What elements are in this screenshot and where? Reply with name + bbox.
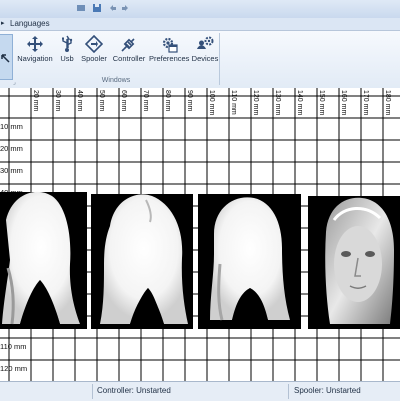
- print-canvas[interactable]: 20 mm 30 mm 40 mm 50 mm 60 mm 70 mm 80 mm 90 mm…: [0, 88, 400, 381]
- y-ruler-label: 20 mm: [0, 144, 23, 153]
- save-icon[interactable]: [92, 3, 102, 13]
- x-ruler-label: 20 mm: [32, 90, 39, 112]
- controller-button[interactable]: Controller: [111, 35, 147, 63]
- hair-image-2[interactable]: [91, 194, 193, 329]
- x-ruler-label: 90 mm: [186, 90, 193, 112]
- undo-icon[interactable]: [108, 3, 118, 13]
- status-bar: Controller: Unstarted Spooler: Unstarted: [0, 381, 400, 401]
- usb-label: Usb: [60, 54, 74, 63]
- y-ruler-label: 110 mm: [0, 342, 27, 351]
- spooler-button[interactable]: Spooler: [79, 35, 109, 63]
- x-ruler-label: 60 mm: [120, 90, 127, 112]
- x-ruler-label: 100 mm: [208, 90, 215, 115]
- x-ruler-label: 140 mm: [296, 90, 303, 115]
- x-ruler-label: 120 mm: [252, 90, 259, 115]
- ribbon-collapsed-button[interactable]: [0, 34, 13, 80]
- gear-window-icon: [162, 37, 178, 53]
- usb-icon: [62, 35, 73, 52]
- y-ruler-label: 10 mm: [0, 122, 23, 131]
- x-ruler-label: 40 mm: [76, 90, 83, 112]
- menu-bar: ▸ Languages: [0, 18, 400, 31]
- menu-item-languages[interactable]: Languages: [10, 19, 50, 28]
- devices-label: Devices: [191, 54, 219, 63]
- title-bar: [0, 0, 400, 19]
- hair-image-1[interactable]: [0, 191, 87, 329]
- x-ruler-label: 80 mm: [164, 90, 171, 112]
- spooler-status: Spooler: Unstarted: [294, 386, 361, 395]
- y-ruler-label: 120 mm: [0, 364, 27, 373]
- navigation-label: Navigation: [17, 54, 53, 63]
- navigation-button[interactable]: Navigation: [15, 35, 55, 63]
- y-ruler-label: 30 mm: [0, 166, 23, 175]
- x-ruler-label: 110 mm: [230, 90, 237, 115]
- x-ruler-label: 130 mm: [274, 90, 281, 115]
- preferences-label: Preferences: [149, 54, 190, 63]
- ruler-grid: 20 mm 30 mm 40 mm 50 mm 60 mm 70 mm 80 mm 90 mm…: [0, 88, 400, 381]
- controller-status: Controller: Unstarted: [97, 386, 171, 395]
- face-image-4[interactable]: [308, 196, 400, 329]
- spooler-icon: [85, 35, 103, 53]
- usb-button[interactable]: Usb: [57, 35, 77, 63]
- status-separator: [288, 384, 289, 399]
- x-ruler-label: 180 mm: [384, 90, 391, 115]
- ribbon-group-windows: Navigation Usb Spooler Controller Prefer…: [13, 33, 220, 86]
- hair-image-3[interactable]: [198, 194, 301, 329]
- x-ruler-label: 50 mm: [98, 90, 105, 112]
- quick-access-icon[interactable]: [76, 3, 86, 13]
- move-arrows-icon: [27, 36, 43, 52]
- plug-icon: [121, 38, 135, 52]
- preferences-button[interactable]: Preferences: [149, 35, 189, 63]
- x-ruler-label: 30 mm: [54, 90, 61, 112]
- x-ruler-label: 160 mm: [340, 90, 347, 115]
- spooler-label: Spooler: [81, 54, 107, 63]
- status-separator: [92, 384, 93, 399]
- ribbon-group-label: Windows: [101, 77, 131, 84]
- controller-label: Controller: [112, 54, 146, 63]
- devices-button[interactable]: Devices: [191, 35, 219, 63]
- redo-icon[interactable]: [120, 3, 130, 13]
- menu-caret-icon[interactable]: ▸: [1, 19, 5, 27]
- x-ruler-label: 70 mm: [142, 90, 149, 112]
- x-ruler-label: 150 mm: [318, 90, 325, 115]
- ribbon: Navigation Usb Spooler Controller Prefer…: [0, 31, 400, 89]
- devices-icon: [197, 36, 214, 49]
- x-ruler-label: 170 mm: [362, 90, 369, 115]
- arrow-icon: [1, 54, 10, 63]
